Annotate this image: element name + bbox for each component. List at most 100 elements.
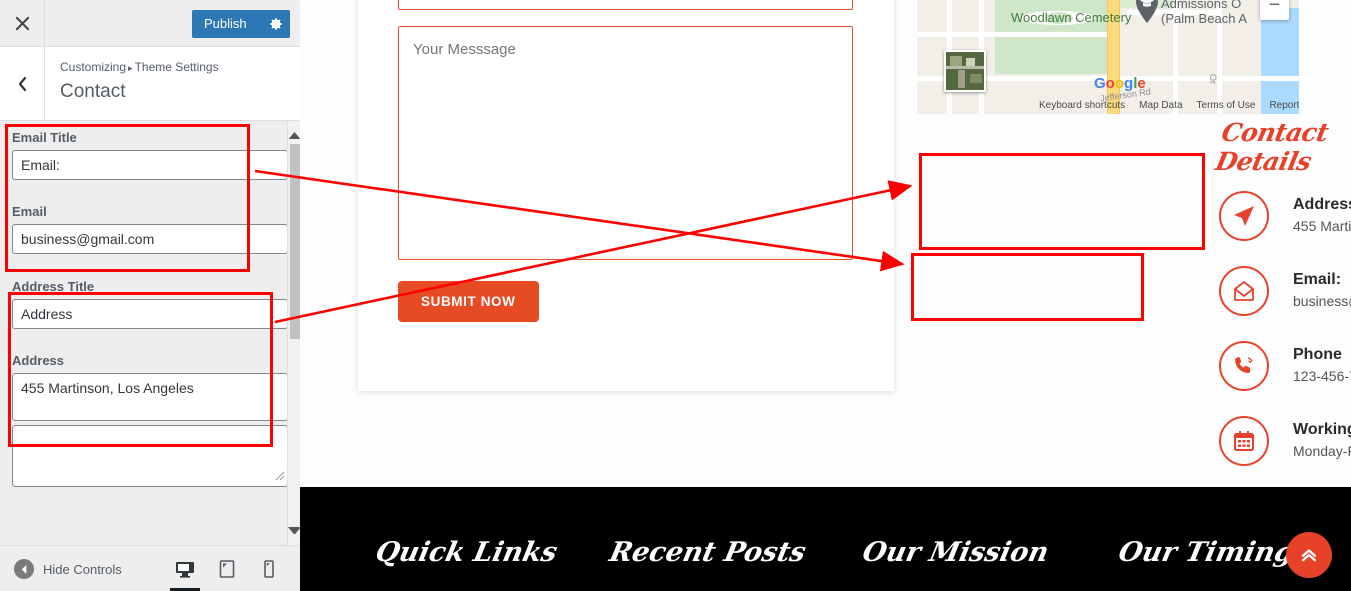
control-address-title: Address Title — [0, 254, 300, 329]
google-logo-letter: G — [1094, 75, 1106, 92]
control-extra-textarea — [0, 421, 300, 487]
contact-detail-text: Address 455 Martinson, Los Angeles — [1269, 194, 1351, 237]
contact-details-list: Address 455 Martinson, Los Angeles Email… — [1215, 178, 1351, 478]
tablet-icon — [219, 560, 235, 578]
breadcrumb-root[interactable]: Customizing — [60, 60, 126, 74]
calendar-icon — [1219, 415, 1269, 466]
map-terms-of-use-link[interactable]: Terms of Use — [1197, 100, 1256, 111]
map-data-link[interactable]: Map Data — [1139, 100, 1182, 111]
email-title-input[interactable] — [12, 150, 288, 180]
control-email-title: Email Title — [0, 121, 300, 180]
close-customizer-button[interactable] — [0, 0, 45, 46]
breadcrumb: Customizing ▸ Theme Settings — [60, 59, 219, 76]
desktop-icon — [176, 562, 194, 578]
scroll-down-icon[interactable] — [288, 524, 301, 537]
map-label-park: Woodlawn Cemetery — [1011, 10, 1132, 25]
contact-detail-value: 455 Martinson, Los Angeles — [1293, 218, 1351, 234]
panel-header-text: Customizing ▸ Theme Settings Contact — [60, 59, 219, 105]
contact-form-inner: SUBMIT NOW — [358, 0, 894, 350]
mobile-icon — [264, 560, 274, 578]
control-label: Address Title — [12, 279, 95, 294]
address-textarea[interactable] — [12, 373, 288, 421]
contact-detail-email: Email: business@gmail.com — [1215, 253, 1351, 328]
google-logo: Google — [1094, 75, 1146, 92]
contact-detail-label: Phone — [1293, 346, 1342, 363]
satellite-view-toggle[interactable] — [944, 50, 986, 92]
map-report-error-link[interactable]: Report a map error — [1269, 100, 1299, 111]
map-attribution-bar: Keyboard shortcuts Map Data Terms of Use… — [917, 96, 1299, 114]
map-label-poi-line1: Admissions O — [1161, 0, 1242, 11]
google-logo-letter: g — [1124, 75, 1134, 92]
contact-detail-value: business@gmail.com — [1293, 293, 1351, 309]
contact-detail-value: 123-456-7890 — [1293, 368, 1351, 384]
google-logo-letter: o — [1105, 75, 1115, 92]
control-email: Email — [0, 180, 300, 254]
customizer-controls-list: Email Title Email Address Title Address — [0, 121, 300, 545]
footer-heading-recent-posts: Recent Posts — [606, 537, 809, 568]
publish-button-label: Publish — [204, 16, 247, 31]
chevron-left-icon — [18, 76, 27, 91]
breadcrumb-parent[interactable]: Theme Settings — [135, 60, 219, 74]
customizer-scrollbar[interactable] — [287, 121, 301, 545]
collapse-left-icon — [14, 559, 34, 579]
contact-detail-text: Phone 123-456-7890 — [1269, 344, 1351, 387]
footer-columns: Quick Links Recent Posts Our Mission Our… — [300, 537, 1351, 568]
map-label-poi-line2: (Palm Beach A — [1161, 11, 1247, 26]
contact-form-card: SUBMIT NOW — [358, 0, 894, 391]
breadcrumb-separator-icon: ▸ — [128, 63, 133, 73]
contact-detail-phone: Phone 123-456-7890 — [1215, 328, 1351, 403]
scroll-to-top-button[interactable] — [1286, 532, 1332, 578]
contact-detail-working-hours: Working Hours Monday-Friday, 8am-6pm — [1215, 403, 1351, 478]
hide-controls-button[interactable]: Hide Controls — [14, 559, 122, 579]
customizer-sidebar: Publish Customizing ▸ Theme Settings Con… — [0, 0, 301, 591]
hide-controls-label: Hide Controls — [43, 561, 122, 577]
device-preview-switcher — [164, 546, 290, 591]
google-logo-letter: o — [1114, 75, 1125, 92]
control-address: Address — [0, 329, 300, 421]
customizer-topbar: Publish — [0, 0, 300, 47]
map-label-street-far-right: Or — [1208, 74, 1218, 84]
footer-heading-quick-links: Quick Links — [372, 537, 561, 568]
preview-page: SUBMIT NOW — [300, 0, 1351, 591]
contact-detail-text: Working Hours Monday-Friday, 8am-6pm — [1269, 419, 1351, 462]
map-zoom-out-button[interactable]: − — [1260, 0, 1289, 20]
customizer-panel-header: Customizing ▸ Theme Settings Contact — [0, 47, 300, 121]
double-chevron-up-icon — [1301, 549, 1317, 562]
submit-now-button[interactable]: SUBMIT NOW — [398, 281, 539, 322]
scroll-up-icon[interactable] — [288, 129, 301, 142]
customizer-footer: Hide Controls — [0, 545, 300, 591]
control-label: Address — [12, 353, 65, 368]
map-keyboard-shortcuts-link[interactable]: Keyboard shortcuts — [1039, 100, 1125, 111]
control-label: Email Title — [12, 130, 77, 145]
back-button[interactable] — [0, 47, 45, 120]
address-title-input[interactable] — [12, 299, 288, 329]
map-zoom-controls[interactable]: + − — [1260, 0, 1289, 20]
contact-detail-label: Email: — [1293, 271, 1342, 288]
device-desktop-button[interactable] — [164, 546, 206, 591]
message-textarea[interactable] — [398, 26, 853, 260]
subject-input[interactable] — [398, 0, 853, 10]
contact-detail-value: Monday-Friday, 8am-6pm — [1293, 443, 1351, 459]
map-pin-poi[interactable] — [1135, 0, 1159, 23]
gear-icon[interactable] — [262, 10, 290, 38]
contact-detail-text: Email: business@gmail.com — [1269, 269, 1351, 312]
google-logo-letter: e — [1137, 75, 1146, 92]
control-label: Email — [12, 204, 47, 219]
extra-textarea[interactable] — [12, 425, 288, 487]
contact-details-heading: Contact Details — [1212, 118, 1331, 176]
google-map[interactable]: 1 Woodlawn Cemetery Admissions O (Palm B… — [917, 0, 1299, 114]
device-mobile-button[interactable] — [248, 546, 290, 591]
scrollbar-thumb[interactable] — [290, 144, 300, 339]
publish-button[interactable]: Publish — [192, 10, 290, 38]
site-footer: Quick Links Recent Posts Our Mission Our… — [300, 487, 1351, 591]
email-input[interactable] — [12, 224, 288, 254]
contact-detail-label: Working Hours — [1293, 421, 1351, 438]
close-icon — [15, 16, 29, 30]
footer-heading-our-timing: Our Timing — [1115, 537, 1297, 568]
customizer-screen: SUBMIT NOW — [0, 0, 1351, 591]
envelope-open-icon — [1219, 265, 1269, 316]
device-tablet-button[interactable] — [206, 546, 248, 591]
contact-detail-address: Address 455 Martinson, Los Angeles — [1215, 178, 1351, 253]
footer-heading-our-mission: Our Mission — [859, 537, 1052, 568]
page-title: Contact — [60, 81, 126, 102]
